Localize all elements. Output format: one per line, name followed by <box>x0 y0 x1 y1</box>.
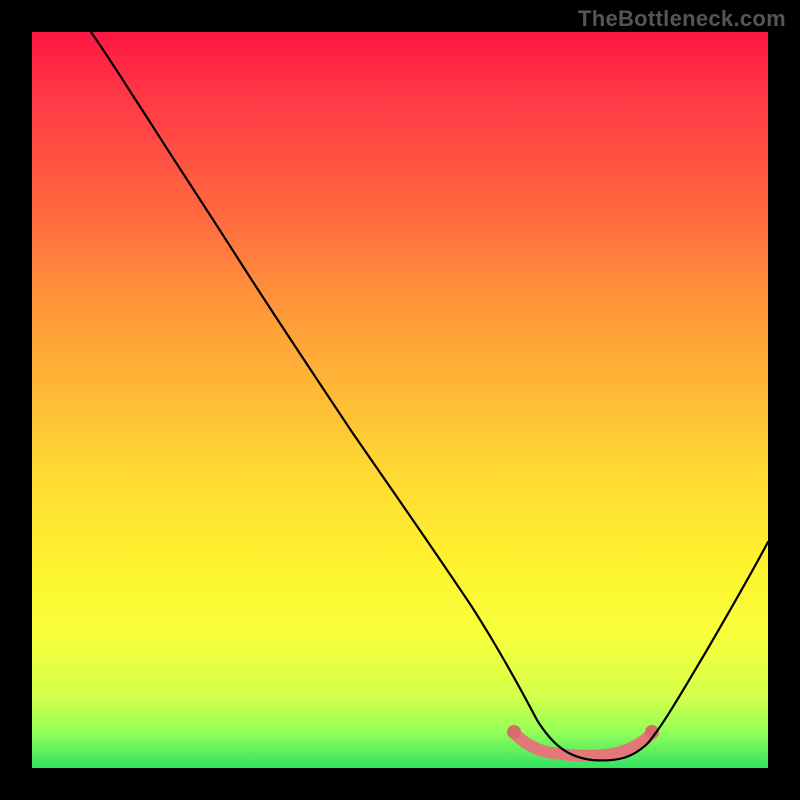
chart-frame: TheBottleneck.com <box>0 0 800 800</box>
highlight-arc <box>516 735 650 756</box>
plot-area <box>32 32 768 768</box>
bottleneck-curve <box>91 32 768 760</box>
highlight-dot-left <box>507 725 521 739</box>
chart-svg <box>32 32 768 768</box>
watermark-text: TheBottleneck.com <box>578 6 786 32</box>
